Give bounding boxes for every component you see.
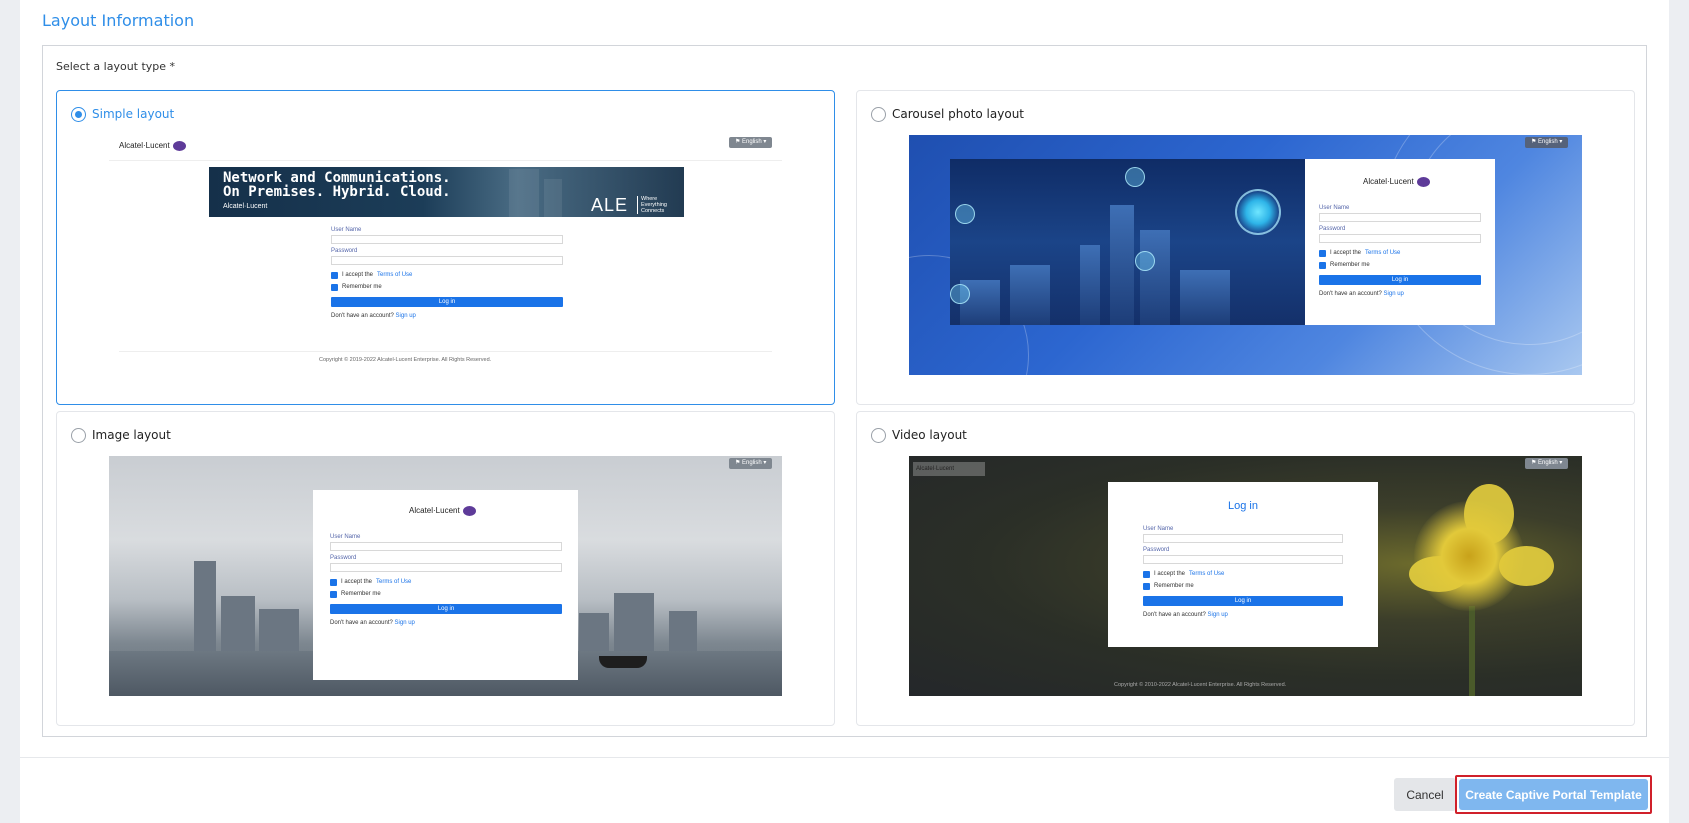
carousel-layout-preview: ⚑ English ▾ Alcatel·Lucent User Name Pas… — [909, 135, 1582, 375]
layout-option-carousel[interactable]: Carousel photo layout ⚑ English ▾ Alcate… — [856, 90, 1635, 405]
banner-headline: Network and Communications. On Premises.… — [223, 170, 451, 200]
ale-logo-mark-icon — [172, 141, 186, 151]
page: Layout Information Select a layout type … — [20, 0, 1669, 823]
boat — [599, 656, 647, 668]
daffodil — [1414, 501, 1524, 611]
simple-layout-preview: Alcatel·Lucent ⚑ English ▾ Network and C… — [109, 135, 782, 375]
ale-logo-mark-icon — [462, 506, 476, 516]
language-button: ⚑ English ▾ — [1525, 137, 1569, 148]
layout-type-label: Select a layout type * — [56, 60, 176, 73]
radio-carousel[interactable] — [871, 107, 886, 122]
layout-label-video: Video layout — [892, 428, 967, 442]
login-card: Alcatel·Lucent User Name Password I acce… — [1305, 159, 1495, 325]
language-button: ⚑ English ▾ — [729, 137, 773, 148]
radio-video[interactable] — [871, 428, 886, 443]
alcatel-lucent-logo: Alcatel·Lucent — [1363, 177, 1430, 187]
layout-option-simple[interactable]: Simple layout Alcatel·Lucent ⚑ English ▾… — [56, 90, 835, 405]
layout-option-image[interactable]: Image layout ⚑ English ▾ Alcatel·Lucent … — [56, 411, 835, 726]
login-form: User Name Password I accept the Terms of … — [331, 227, 563, 319]
layout-label-carousel: Carousel photo layout — [892, 107, 1024, 121]
wifi-icon — [1235, 189, 1281, 235]
radio-image[interactable] — [71, 428, 86, 443]
preview-topbar: Alcatel·Lucent ⚑ English ▾ — [109, 135, 782, 161]
layout-option-video[interactable]: Video layout Alcatel·Lucent ⚑ English ▾ … — [856, 411, 1635, 726]
login-title: Log in — [1228, 500, 1258, 512]
banner-tagline: Where Everything Connects — [637, 196, 667, 214]
alcatel-lucent-logo: Alcatel·Lucent — [913, 462, 985, 476]
login-form: User Name Password I accept the Terms of … — [1143, 526, 1343, 618]
create-captive-portal-template-button[interactable]: Create Captive Portal Template — [1459, 779, 1648, 810]
banner-image: Network and Communications. On Premises.… — [209, 167, 684, 217]
login-form: User Name Password I accept the Terms of … — [1319, 205, 1481, 297]
login-card: Log in User Name Password I accept the Te… — [1108, 482, 1378, 647]
layout-label-image: Image layout — [92, 428, 171, 442]
copyright-text: Copyright © 2010-2022 Alcatel-Lucent Ent… — [1114, 682, 1287, 688]
radio-simple[interactable] — [71, 107, 86, 122]
alcatel-lucent-logo: Alcatel·Lucent — [409, 506, 476, 516]
login-form: User Name Password I accept the Terms of … — [330, 534, 562, 626]
banner-logo: Alcatel·Lucent — [223, 203, 268, 210]
image-layout-preview: ⚑ English ▾ Alcatel·Lucent User Name Pas… — [109, 456, 782, 696]
city-network-photo — [950, 159, 1305, 325]
copyright-text: Copyright © 2019-2022 Alcatel-Lucent Ent… — [319, 357, 492, 363]
alcatel-lucent-logo: Alcatel·Lucent — [119, 141, 186, 151]
layout-fieldset: Select a layout type * Simple layout Alc… — [42, 45, 1647, 737]
language-button: ⚑ English ▾ — [1525, 458, 1569, 469]
section-title: Layout Information — [42, 11, 195, 30]
layout-label-simple: Simple layout — [92, 107, 175, 121]
language-button: ⚑ English ▾ — [729, 458, 773, 469]
login-card: Alcatel·Lucent User Name Password I acce… — [313, 490, 578, 680]
banner-ale: ALE — [591, 195, 629, 215]
create-button-highlight: Create Captive Portal Template — [1455, 775, 1652, 814]
ale-logo-mark-icon — [1416, 177, 1430, 187]
footer-divider — [20, 757, 1669, 758]
cancel-button[interactable]: Cancel — [1394, 778, 1456, 811]
video-layout-preview: Alcatel·Lucent ⚑ English ▾ Log in User N… — [909, 456, 1582, 696]
